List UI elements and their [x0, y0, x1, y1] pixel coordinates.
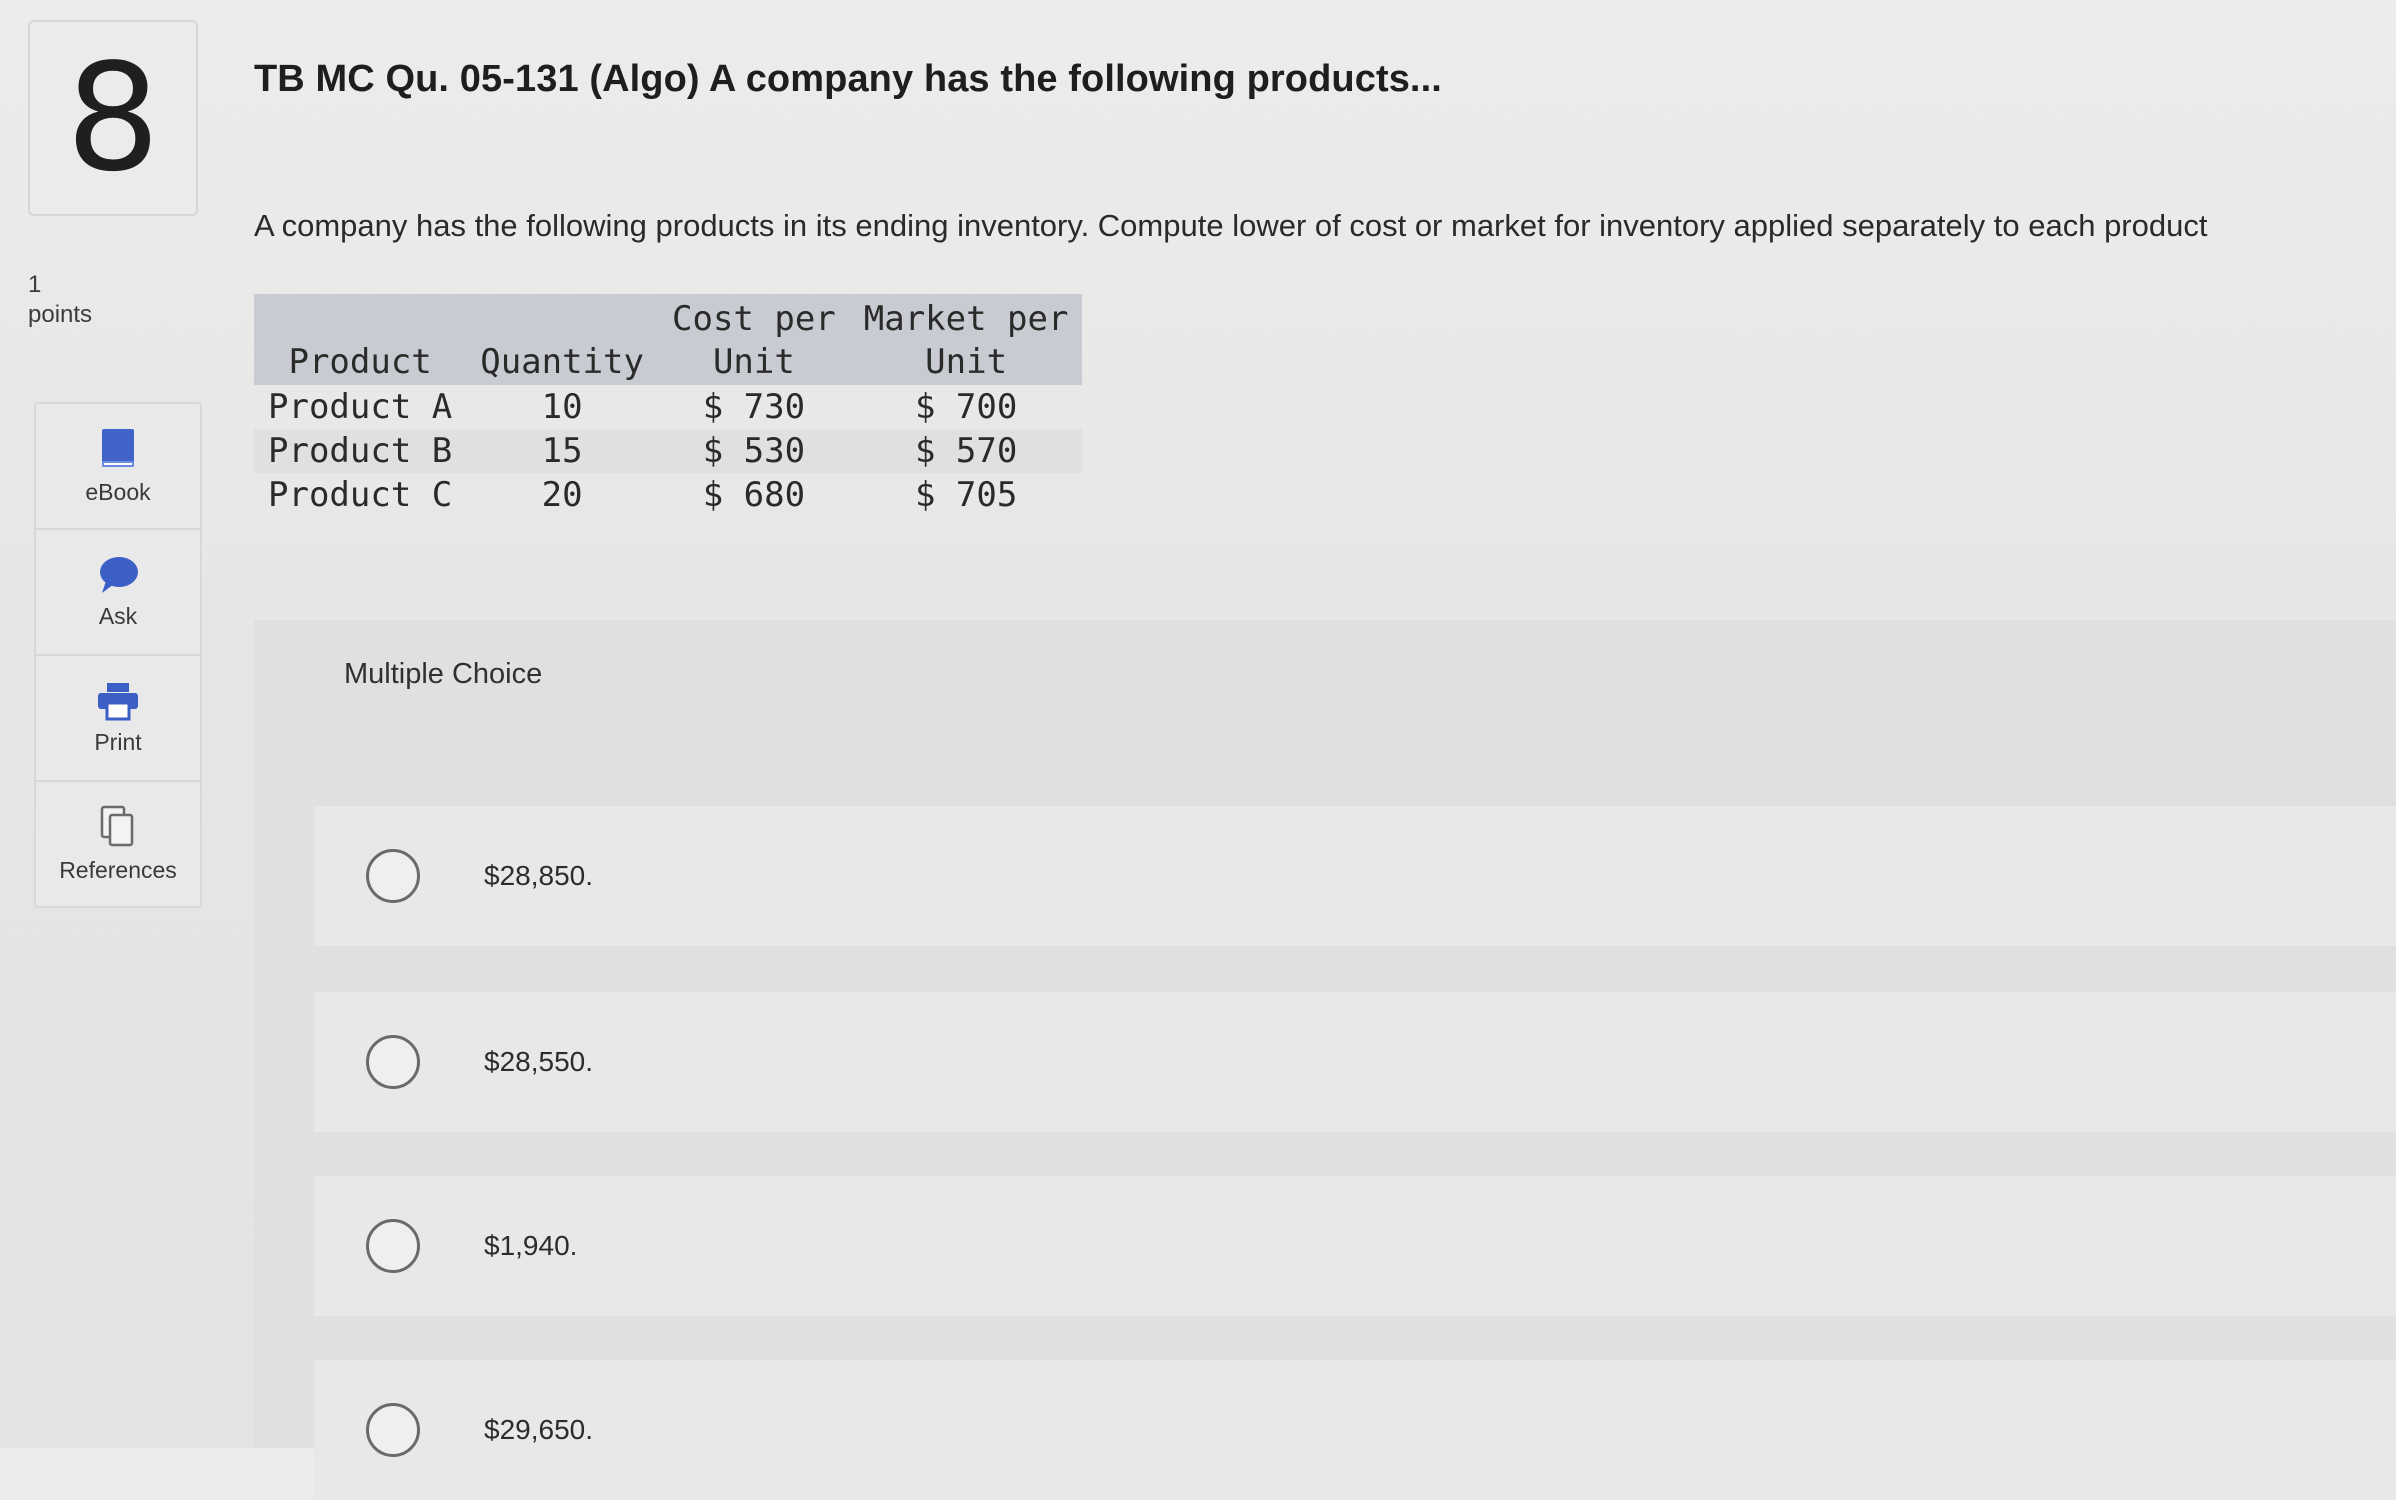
- cell-product: Product B: [254, 429, 467, 474]
- answer-option-text: $29,650.: [484, 1414, 593, 1445]
- radio-button[interactable]: [366, 1219, 420, 1273]
- table-row: Product B 15 $ 530 $ 570: [254, 429, 1083, 474]
- answer-option-text: $28,550.: [484, 1046, 593, 1077]
- answer-option[interactable]: $29,650.: [314, 1360, 2396, 1500]
- table-header-row: Product Quantity Cost per Unit Market per…: [254, 294, 1083, 385]
- cell-cost: $ 730: [702, 387, 806, 427]
- cell-cost: $ 530: [658, 429, 850, 474]
- inventory-table: Product Quantity Cost per Unit Market per…: [254, 294, 1083, 518]
- header-cost-per-unit: Cost per Unit: [658, 294, 850, 385]
- ask-label: Ask: [98, 602, 138, 629]
- question-number-box: 8: [28, 20, 198, 216]
- answer-option[interactable]: $28,850.: [314, 806, 2396, 946]
- answer-option[interactable]: $28,550.: [314, 992, 2396, 1132]
- table-row: Product A 10 $ 730 $ 700: [254, 385, 1082, 429]
- table-row: Product C 20 $ 680 $ 705: [254, 473, 1082, 517]
- multiple-choice-panel: Multiple Choice $28,850. $28,550. $1,940…: [254, 620, 2396, 1500]
- cell-market: $ 570: [849, 429, 1083, 474]
- book-icon: [102, 428, 134, 467]
- cell-quantity: 15: [466, 429, 658, 474]
- header-market-per-unit: Market per Unit: [849, 294, 1083, 385]
- multiple-choice-header: Multiple Choice: [344, 658, 543, 690]
- printer-icon: [98, 682, 138, 720]
- points-info: 1 points: [28, 270, 92, 330]
- points-label: points: [28, 301, 93, 328]
- pages-icon: [100, 805, 134, 846]
- cell-quantity: 20: [541, 475, 583, 516]
- radio-button[interactable]: [366, 1035, 420, 1089]
- header-quantity: Quantity: [466, 294, 658, 385]
- cell-cost: $ 680: [702, 475, 806, 516]
- radio-button[interactable]: [366, 1403, 420, 1457]
- ebook-label: eBook: [85, 478, 151, 505]
- answer-option-text: $1,940.: [484, 1230, 578, 1261]
- question-title: TB MC Qu. 05-131 (Algo) A company has th…: [254, 58, 1442, 100]
- speech-bubble-icon: [100, 556, 138, 593]
- cell-product: Product C: [268, 475, 453, 516]
- cell-product: Product A: [268, 387, 453, 427]
- question-number: 8: [65, 32, 161, 204]
- answer-option[interactable]: $1,940.: [314, 1176, 2396, 1316]
- references-button[interactable]: References: [36, 782, 200, 906]
- points-value: 1: [28, 271, 42, 298]
- print-button[interactable]: Print: [36, 656, 200, 782]
- print-label: Print: [94, 728, 142, 755]
- radio-button[interactable]: [366, 849, 420, 903]
- references-label: References: [59, 856, 177, 883]
- cell-market: $ 700: [914, 387, 1018, 427]
- ask-button[interactable]: Ask: [36, 530, 200, 656]
- question-prompt: A company has the following products in …: [254, 208, 2208, 243]
- cell-quantity: 10: [541, 387, 583, 427]
- cell-market: $ 705: [914, 475, 1018, 516]
- tools-panel: eBook Ask Print References: [34, 402, 202, 908]
- answer-option-text: $28,850.: [484, 860, 593, 891]
- header-product: Product: [254, 294, 467, 385]
- ebook-button[interactable]: eBook: [36, 404, 200, 530]
